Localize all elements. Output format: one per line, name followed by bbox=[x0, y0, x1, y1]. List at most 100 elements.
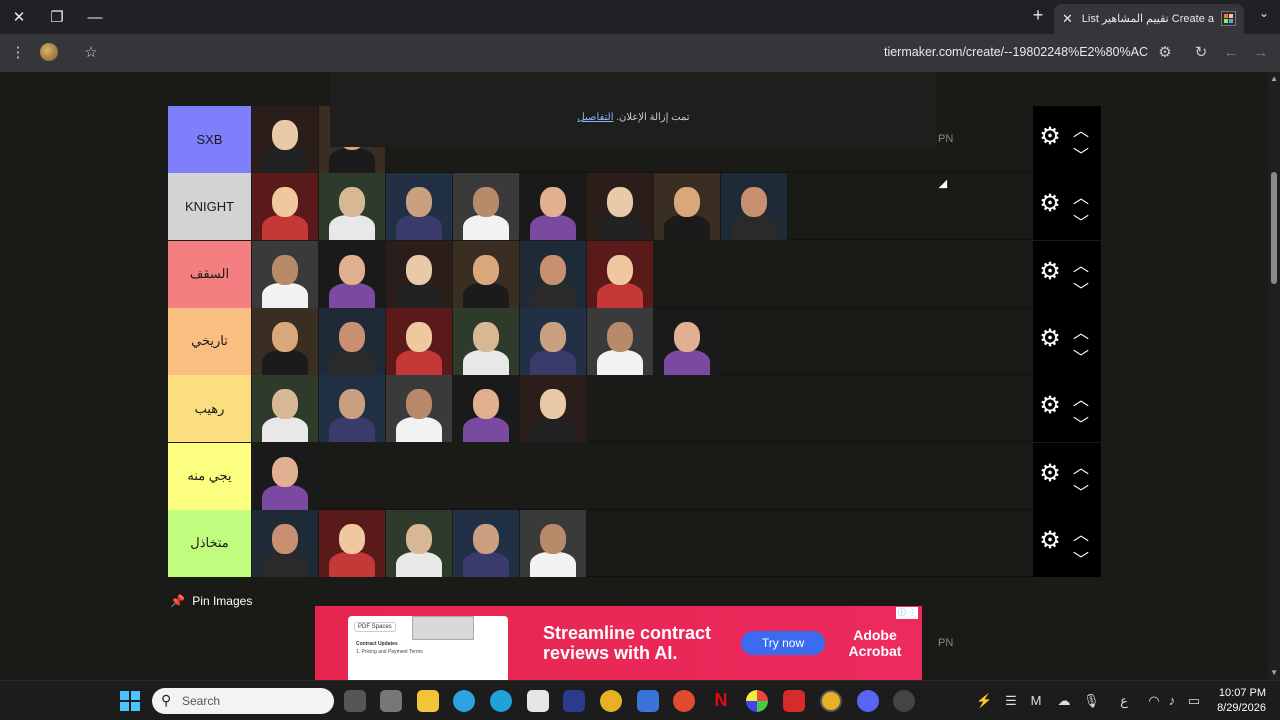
close-window-icon[interactable]: ✕ bbox=[4, 4, 34, 30]
tier-item-image[interactable] bbox=[654, 173, 720, 241]
gear-icon[interactable]: ⚙ bbox=[1039, 394, 1061, 418]
tier-item-image[interactable] bbox=[453, 173, 519, 241]
tier-label[interactable]: متخاذل bbox=[168, 509, 251, 577]
tier-item-image[interactable] bbox=[587, 307, 653, 375]
clock-time[interactable]: 10:07 PM bbox=[1210, 687, 1266, 699]
forward-icon[interactable]: → bbox=[1251, 43, 1271, 63]
tier-label[interactable]: SXB bbox=[168, 106, 251, 173]
tier-item-image[interactable] bbox=[386, 173, 452, 241]
star-icon[interactable]: ☆ bbox=[81, 43, 101, 63]
app-icon[interactable] bbox=[380, 690, 402, 712]
tier-item-image[interactable] bbox=[252, 442, 318, 510]
tier-item-image[interactable] bbox=[587, 240, 653, 308]
tier-item-image[interactable] bbox=[319, 307, 385, 375]
tier-label[interactable]: يجي منه bbox=[168, 442, 251, 510]
page-scrollbar[interactable] bbox=[1268, 72, 1280, 680]
chrome-icon[interactable] bbox=[600, 690, 622, 712]
netflix-icon[interactable]: N bbox=[710, 690, 732, 712]
move-down-icon[interactable]: ﹀ bbox=[1073, 142, 1089, 166]
tier-item-image[interactable] bbox=[252, 509, 318, 577]
battery-icon[interactable]: ▭ bbox=[1186, 693, 1202, 709]
back-icon[interactable]: ← bbox=[1221, 43, 1241, 63]
gear-icon[interactable]: ⚙ bbox=[1039, 326, 1061, 350]
tier-label[interactable]: رهيب bbox=[168, 375, 251, 443]
move-up-icon[interactable]: ︿ bbox=[1073, 252, 1089, 276]
tab-menu-icon[interactable]: ⌄ bbox=[1254, 6, 1274, 20]
restore-window-icon[interactable]: ❐ bbox=[42, 4, 72, 30]
edge-icon[interactable] bbox=[490, 690, 512, 712]
tier-item-image[interactable] bbox=[453, 375, 519, 443]
store-icon[interactable] bbox=[527, 690, 549, 712]
move-up-icon[interactable]: ︿ bbox=[1073, 386, 1089, 410]
tune-icon[interactable]: ⚙ bbox=[1155, 43, 1175, 63]
tier-item-image[interactable] bbox=[319, 173, 385, 241]
scroll-up-icon[interactable]: ▲ bbox=[1270, 74, 1278, 83]
move-up-icon[interactable]: ︿ bbox=[1073, 454, 1089, 478]
tier-item-image[interactable] bbox=[721, 173, 787, 241]
tier-item-image[interactable] bbox=[252, 307, 318, 375]
scroll-down-icon[interactable]: ▼ bbox=[1270, 668, 1278, 677]
settings-app-icon[interactable] bbox=[893, 690, 915, 712]
volume-icon[interactable]: ♪ bbox=[1164, 693, 1180, 708]
reload-icon[interactable]: ↻ bbox=[1191, 43, 1211, 63]
tier-item-image[interactable] bbox=[319, 509, 385, 577]
move-up-icon[interactable]: ︿ bbox=[1073, 117, 1089, 141]
browser-tab[interactable]: ✕ Create a تقييم المشاهير Tier List bbox=[1054, 4, 1244, 34]
move-up-icon[interactable]: ︿ bbox=[1073, 184, 1089, 208]
tier-label[interactable]: تاريخي bbox=[168, 307, 251, 375]
tier-item-image[interactable] bbox=[386, 509, 452, 577]
tier-item-image[interactable] bbox=[520, 509, 586, 577]
menu-icon[interactable]: ⋮ bbox=[8, 43, 28, 63]
tier-item-image[interactable] bbox=[319, 375, 385, 443]
tier-item-image[interactable] bbox=[520, 307, 586, 375]
language-indicator[interactable]: ع bbox=[1116, 693, 1132, 709]
move-down-icon[interactable]: ﹀ bbox=[1073, 344, 1089, 368]
app-colors-icon[interactable] bbox=[746, 690, 768, 712]
pdf-app-icon[interactable] bbox=[673, 690, 695, 712]
tier-item-image[interactable] bbox=[453, 307, 519, 375]
tier-item-image[interactable] bbox=[252, 106, 318, 173]
gear-icon[interactable]: ⚙ bbox=[1039, 192, 1061, 216]
profile-avatar[interactable] bbox=[40, 43, 58, 61]
tray-mail-icon[interactable]: M bbox=[1028, 693, 1044, 708]
ad-details-link[interactable]: التفاصيل bbox=[577, 112, 613, 123]
tier-item-image[interactable] bbox=[520, 240, 586, 308]
windows-start-icon[interactable] bbox=[120, 691, 140, 711]
scroll-thumb[interactable] bbox=[1271, 172, 1277, 284]
ad-try-now-button[interactable]: Try now bbox=[741, 631, 825, 655]
address-bar[interactable]: tiermaker.com/create/--19802248%E2%80%AC bbox=[880, 45, 1148, 59]
tab-close-icon[interactable]: ✕ bbox=[1062, 11, 1073, 27]
tier-item-image[interactable] bbox=[252, 173, 318, 241]
minimize-window-icon[interactable]: — bbox=[80, 4, 110, 30]
tier-item-image[interactable] bbox=[453, 240, 519, 308]
tier-item-image[interactable] bbox=[453, 509, 519, 577]
gear-icon[interactable]: ⚙ bbox=[1039, 528, 1061, 552]
tier-item-image[interactable] bbox=[386, 375, 452, 443]
move-up-icon[interactable]: ︿ bbox=[1073, 319, 1089, 343]
tier-item-image[interactable] bbox=[520, 375, 586, 443]
taskbar-search[interactable]: ⚲ Search bbox=[152, 688, 334, 714]
task-view-icon[interactable] bbox=[344, 690, 366, 712]
new-tab-icon[interactable]: + bbox=[1028, 5, 1048, 26]
discord-icon[interactable] bbox=[857, 690, 879, 712]
microphone-icon[interactable]: 🎙 bbox=[1083, 693, 1100, 709]
tier-label[interactable]: KNIGHT bbox=[168, 173, 251, 241]
photos-icon[interactable] bbox=[563, 690, 585, 712]
tier-item-image[interactable] bbox=[319, 240, 385, 308]
gear-icon[interactable]: ⚙ bbox=[1039, 125, 1061, 149]
tier-item-image[interactable] bbox=[252, 240, 318, 308]
tray-cloud-icon[interactable]: ☁ bbox=[1056, 693, 1072, 709]
file-explorer-icon[interactable] bbox=[417, 690, 439, 712]
tier-item-image[interactable] bbox=[386, 307, 452, 375]
pin-images-toggle[interactable]: 📌 Pin Images bbox=[170, 594, 252, 608]
tier-item-image[interactable] bbox=[654, 307, 720, 375]
tray-app-icon[interactable]: ⚡ bbox=[976, 693, 992, 709]
tier-label[interactable]: السقف bbox=[168, 240, 251, 308]
gear-icon[interactable]: ⚙ bbox=[1039, 259, 1061, 283]
move-down-icon[interactable]: ﹀ bbox=[1073, 209, 1089, 233]
messages-icon[interactable] bbox=[637, 690, 659, 712]
wps-icon[interactable] bbox=[783, 690, 805, 712]
chrome-active-icon[interactable] bbox=[820, 690, 842, 712]
clock-date[interactable]: 8/29/2026 bbox=[1210, 702, 1266, 714]
move-down-icon[interactable]: ﹀ bbox=[1073, 411, 1089, 435]
